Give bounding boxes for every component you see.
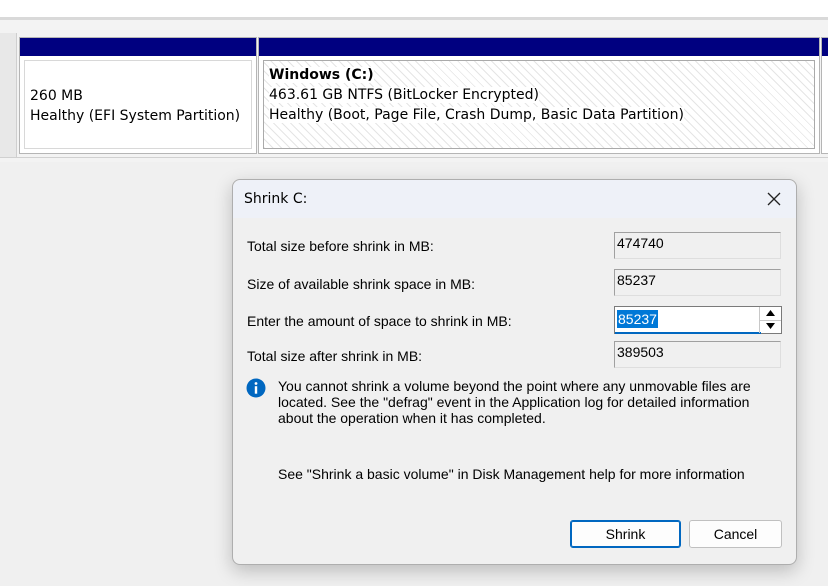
dialog-titlebar[interactable]: Shrink C: (233, 180, 796, 218)
available-shrink-label: Size of available shrink space in MB: (247, 276, 475, 292)
cancel-button[interactable]: Cancel (689, 520, 782, 548)
partition-windows-c[interactable]: Windows (C:) 463.61 GB NTFS (BitLocker E… (258, 37, 820, 154)
chevron-up-icon (766, 310, 775, 316)
spin-up-button[interactable] (760, 307, 781, 321)
disk-map-bottom-divider (0, 157, 828, 158)
info-message: You cannot shrink a volume beyond the po… (278, 378, 751, 426)
dialog-title: Shrink C: (244, 191, 308, 207)
partition-header (259, 38, 819, 56)
partition-size-fs: 463.61 GB NTFS (BitLocker Encrypted) (269, 87, 539, 103)
total-after-field: 389503 (614, 341, 781, 368)
help-message: See "Shrink a basic volume" in Disk Mana… (278, 466, 745, 482)
chevron-down-icon (766, 323, 775, 329)
partition-status: Healthy (EFI System Partition) (30, 108, 241, 124)
shrink-amount-label: Enter the amount of space to shrink in M… (247, 313, 512, 329)
input-focus-underline (615, 332, 761, 334)
shrink-amount-input[interactable]: 85237 (617, 310, 658, 328)
partition-status: Healthy (Boot, Page File, Crash Dump, Ba… (269, 107, 684, 123)
shrink-button[interactable]: Shrink (570, 520, 681, 548)
close-button[interactable] (760, 186, 788, 212)
total-before-field: 474740 (614, 232, 781, 259)
partition-header (822, 38, 828, 56)
shrink-dialog: Shrink C: Total size before shrink in MB… (232, 179, 797, 565)
total-before-label: Total size before shrink in MB: (247, 238, 434, 254)
shrink-amount-stepper[interactable]: 85237 (614, 306, 782, 334)
partition-header (20, 38, 256, 56)
top-band (0, 0, 828, 17)
total-after-label: Total size after shrink in MB: (247, 348, 423, 364)
partition-body: 260 MB Healthy (EFI System Partition) (24, 60, 252, 149)
disk-label-edge (0, 33, 17, 157)
partition-efi[interactable]: 260 MB Healthy (EFI System Partition) (19, 37, 257, 154)
partition-next[interactable] (821, 37, 828, 154)
partition-size: 260 MB (30, 88, 83, 104)
close-icon (767, 192, 781, 206)
spin-buttons (759, 307, 781, 333)
partition-body: Windows (C:) 463.61 GB NTFS (BitLocker E… (263, 60, 815, 149)
available-shrink-field: 85237 (614, 269, 781, 296)
info-icon (246, 378, 266, 398)
spin-down-button[interactable] (760, 320, 781, 333)
partition-name: Windows (C:) (269, 67, 374, 83)
